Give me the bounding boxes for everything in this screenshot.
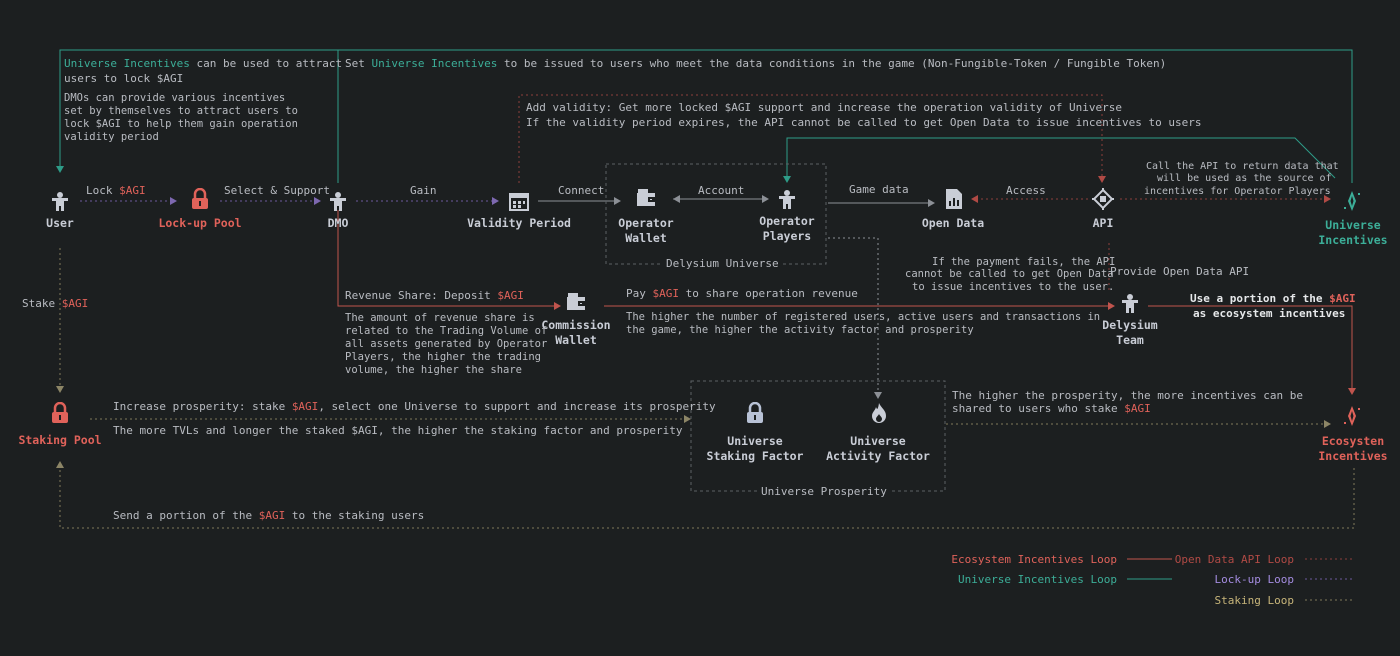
node-operator-players[interactable]: Operator Players — [747, 214, 827, 244]
note-registered-1: The higher the number of registered user… — [626, 311, 1101, 323]
edge-wallet-players-back — [673, 195, 680, 203]
flame-icon — [872, 403, 886, 423]
node-validity-period[interactable]: Validity Period — [459, 216, 579, 231]
person-icon — [779, 190, 795, 209]
node-universe-staking-factor[interactable]: Universe Staking Factor — [700, 434, 810, 464]
legend-staking-loop: Staking Loop — [1214, 594, 1294, 607]
agi-token: $AGI — [291, 400, 319, 413]
agi-token: $AGI — [119, 184, 146, 197]
higher-prosperity-text: shared to users who stake — [952, 402, 1118, 415]
lock-text: Lock — [86, 184, 113, 197]
edge-label-account: Account — [698, 184, 745, 197]
note-send-portion: Send a portion of the $AGI to the stakin… — [113, 509, 424, 522]
pay-suffix: to share operation revenue — [685, 287, 858, 300]
edge-label-stake: Stake $AGI — [22, 297, 88, 310]
note-dmos-3: lock $AGI to help them gain operation — [64, 118, 298, 130]
node-operator-wallet[interactable]: Operator Wallet — [606, 216, 686, 246]
agi-token: $AGI — [1329, 292, 1356, 305]
note-validity-expires: If the validity period expires, the API … — [526, 116, 1202, 129]
send-portion-prefix: Send a portion of the — [113, 509, 253, 522]
person-icon — [52, 192, 68, 211]
set-suffix: to be issued to users who meet the data … — [503, 57, 1167, 70]
use-portion-prefix: Use a portion of the — [1190, 292, 1323, 305]
wallet-icon — [637, 189, 655, 206]
node-ecosystem-incentives[interactable]: Ecosysten Incentives — [1308, 434, 1398, 464]
padlock-icon — [747, 402, 763, 423]
send-portion-suffix: to the staking users — [291, 509, 425, 522]
note-ui-attract: Universe Incentives can be used to attra… — [64, 57, 342, 70]
note-payment-fails-3: to issue incentives to the user. — [912, 281, 1115, 293]
diamond-sparkle-icon — [1344, 191, 1360, 211]
legend-lockup-loop: Lock-up Loop — [1214, 573, 1294, 586]
note-use-portion: Use a portion of the $AGI — [1190, 292, 1356, 305]
agi-token: $AGI — [258, 509, 286, 522]
note-dmos-4: validity period — [64, 131, 159, 143]
wallet-icon — [567, 293, 585, 310]
node-delysium-team[interactable]: Delysium Team — [1090, 318, 1170, 348]
set-prefix: Set — [345, 57, 365, 70]
edge-label-select-support: Select & Support — [224, 184, 330, 197]
note-registered-2: the game, the higher the activity factor… — [626, 324, 974, 336]
padlock-icon — [52, 402, 68, 423]
note-revenue-1: The amount of revenue share is — [345, 312, 535, 324]
note-call-api-2: will be used as the source of — [1157, 173, 1332, 184]
note-ui-attract-2: users to lock $AGI — [64, 72, 184, 85]
note-increase-prosperity: Increase prosperity: stake $AGI, select … — [113, 400, 716, 413]
note-use-portion-2: as ecosystem incentives — [1193, 307, 1346, 320]
stake-text: Stake — [22, 297, 56, 310]
node-universe-activity-factor[interactable]: Universe Activity Factor — [818, 434, 938, 464]
node-open-data[interactable]: Open Data — [913, 216, 993, 231]
note-higher-prosperity-2: shared to users who stake $AGI — [952, 402, 1151, 415]
note-add-validity: Add validity: Get more locked $AGI suppo… — [526, 101, 1123, 114]
person-icon — [330, 192, 346, 211]
node-universe-incentives[interactable]: Universe Incentives — [1308, 218, 1398, 248]
edge-label-pay: Pay $AGI to share operation revenue — [626, 287, 858, 300]
api-chip-icon — [1092, 188, 1114, 210]
note-dmos-2: set by themselves to attract users to — [64, 105, 298, 117]
person-icon — [1122, 294, 1138, 313]
note-revenue-4: Players, the higher the trading — [345, 351, 541, 363]
edge-label-game-data: Game data — [849, 183, 909, 196]
edge-label-connect: Connect — [558, 184, 605, 197]
edge-label-access: Access — [1006, 184, 1046, 197]
note-more-tvls: The more TVLs and longer the staked $AGI… — [113, 424, 683, 437]
agi-token: $AGI — [1124, 402, 1151, 415]
group-delysium-universe-label: Delysium Universe — [663, 257, 782, 270]
universe-incentives-term: Universe Incentives — [64, 57, 190, 70]
node-lockup-pool[interactable]: Lock-up Pool — [150, 216, 250, 231]
note-revenue-5: volume, the higher the share — [345, 364, 523, 376]
node-user[interactable]: User — [30, 216, 90, 231]
edge-label-revenue-share: Revenue Share: Deposit $AGI — [345, 289, 524, 302]
universe-incentives-term: Universe Incentives — [371, 57, 498, 70]
increase-prosperity-prefix: Increase prosperity: stake — [113, 400, 286, 413]
legend-universe-loop: Universe Incentives Loop — [958, 573, 1117, 586]
node-dmo[interactable]: DMO — [308, 216, 368, 231]
revenue-share-text: Revenue Share: Deposit — [345, 289, 491, 302]
edge-label-gain: Gain — [410, 184, 437, 197]
legend-ecosystem-loop: Ecosystem Incentives Loop — [951, 553, 1117, 566]
note-higher-prosperity-1: The higher the prosperity, the more ince… — [952, 389, 1303, 402]
edge-label-provide-open-data-api: Provide Open Data API — [1110, 265, 1250, 278]
note-revenue-2: related to the Trading Volume of — [345, 325, 548, 337]
node-api[interactable]: API — [1083, 216, 1123, 231]
diamond-sparkle-icon — [1344, 406, 1360, 426]
document-chart-icon — [946, 189, 962, 209]
calendar-icon — [509, 193, 529, 211]
pay-text: Pay — [626, 287, 646, 300]
agi-token: $AGI — [497, 289, 524, 302]
note-dmos-1: DMOs can provide various incentives — [64, 92, 286, 104]
increase-prosperity-suffix: , select one Universe to support and inc… — [318, 400, 716, 413]
edge-label-lock: Lock $AGI — [86, 184, 146, 197]
note-payment-fails-2: cannot be called to get Open Data — [905, 268, 1114, 280]
node-staking-pool[interactable]: Staking Pool — [10, 433, 110, 448]
padlock-icon — [192, 188, 208, 209]
note-revenue-3: all assets generated by Operator — [345, 338, 548, 350]
note-call-api-3: incentives for Operator Players — [1144, 186, 1331, 197]
group-universe-prosperity-label: Universe Prosperity — [758, 485, 890, 498]
agi-token: $AGI — [652, 287, 680, 300]
legend-open-data-loop: Open Data API Loop — [1174, 553, 1294, 566]
agi-token: $AGI — [61, 297, 89, 310]
note-set-ui: Set Universe Incentives to be issued to … — [345, 57, 1166, 70]
ui-attract-suffix: can be used to attract — [196, 57, 343, 70]
